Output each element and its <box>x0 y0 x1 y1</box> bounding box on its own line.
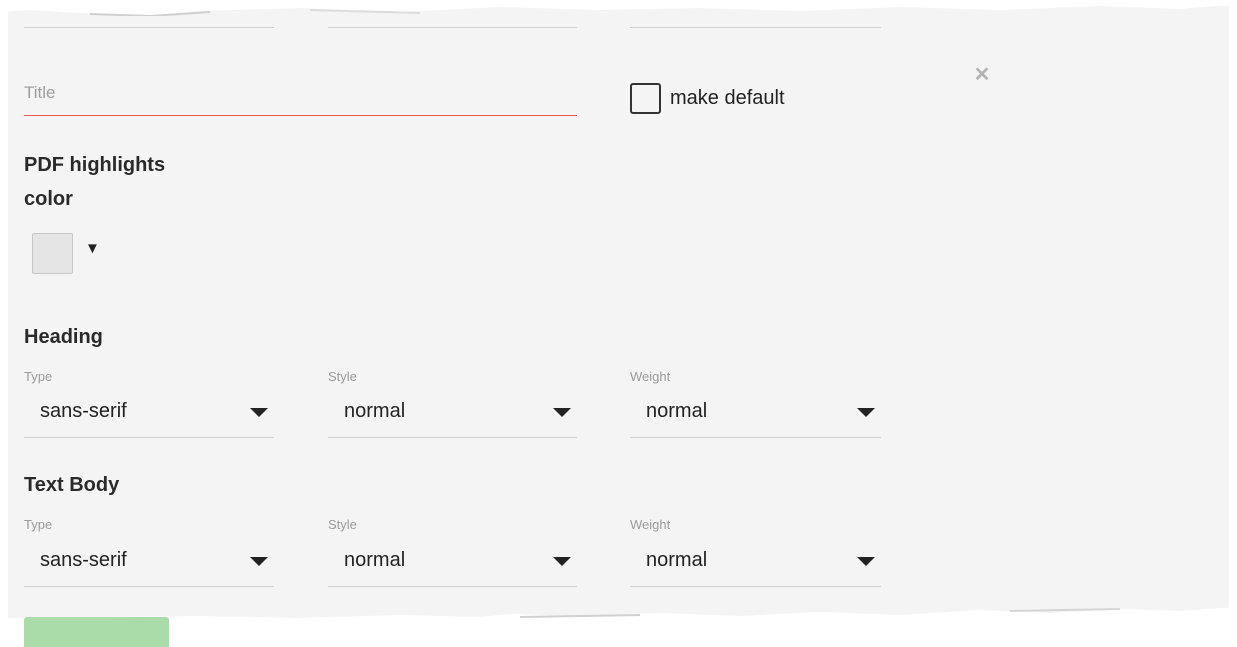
save-button[interactable] <box>24 617 169 647</box>
select-value: normal <box>344 400 406 422</box>
close-icon[interactable]: ✕ <box>971 64 993 86</box>
heading-section-title: Heading <box>24 326 103 348</box>
text-body-style-label: Style <box>328 517 357 532</box>
pdf-highlights-label: PDF highlights <box>24 154 166 176</box>
heading-weight-select[interactable]: normal <box>630 386 881 438</box>
chevron-down-icon <box>250 557 268 566</box>
select-value: normal <box>646 549 708 571</box>
text-body-weight-label: Weight <box>630 517 671 532</box>
chevron-down-icon <box>553 557 571 566</box>
chevron-down-icon <box>250 408 268 417</box>
chevron-down-icon <box>553 408 571 417</box>
text-body-weight-select[interactable]: normal <box>630 535 881 587</box>
chevron-down-icon <box>857 408 875 417</box>
heading-type-select[interactable]: sans-serif <box>24 386 274 438</box>
heading-weight-label: Weight <box>630 369 671 384</box>
previous-row-underline <box>328 27 577 28</box>
select-value: normal <box>344 549 406 571</box>
make-default-checkbox[interactable]: make default <box>630 83 785 114</box>
previous-row-underline <box>24 27 274 28</box>
title-input[interactable] <box>24 72 577 116</box>
select-value: sans-serif <box>40 549 127 571</box>
color-picker-dropdown-icon[interactable]: ▼ <box>85 240 100 257</box>
select-value: normal <box>646 400 708 422</box>
text-body-section-title: Text Body <box>24 474 120 496</box>
text-body-type-select[interactable]: sans-serif <box>24 535 274 587</box>
checkbox-box[interactable] <box>630 83 661 114</box>
make-default-label: make default <box>670 87 785 109</box>
heading-type-label: Type <box>24 369 53 384</box>
select-value: sans-serif <box>40 400 127 422</box>
heading-style-label: Style <box>328 369 357 384</box>
text-body-style-select[interactable]: normal <box>328 535 577 587</box>
chevron-down-icon <box>857 557 875 566</box>
color-picker-swatch[interactable] <box>32 233 73 274</box>
text-body-type-label: Type <box>24 517 53 532</box>
pdf-highlights-label-color: color <box>24 188 73 210</box>
previous-row-underline <box>630 27 881 28</box>
heading-style-select[interactable]: normal <box>328 386 577 438</box>
